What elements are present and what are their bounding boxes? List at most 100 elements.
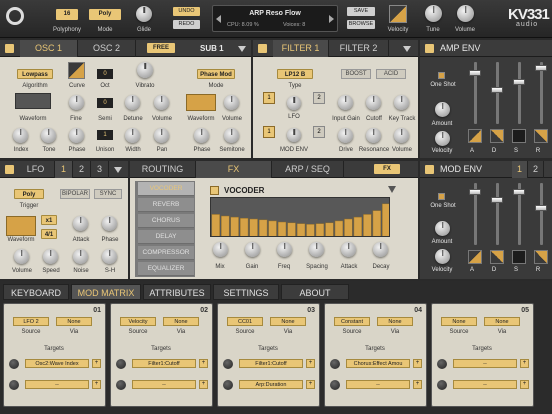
lfo-speed-knob[interactable] — [43, 249, 58, 264]
env-slider-handle[interactable] — [491, 197, 503, 203]
env-slider-handle[interactable] — [535, 64, 547, 71]
add-target-button[interactable]: + — [413, 380, 422, 389]
env-curve-icon[interactable] — [512, 129, 526, 143]
add-target-button[interactable]: + — [92, 380, 101, 389]
tab-modenv2[interactable]: 2 — [528, 161, 544, 178]
mod-source-select[interactable]: Velocity — [120, 317, 156, 326]
add-target-button[interactable]: + — [520, 359, 529, 368]
vibrato-knob[interactable] — [137, 62, 153, 78]
fx-enable-button[interactable]: FX — [374, 164, 400, 174]
lfo-trigger-select[interactable]: Poly — [14, 189, 44, 199]
index-knob[interactable] — [13, 128, 28, 143]
mod-target-select[interactable]: -- — [453, 380, 517, 389]
drive-knob[interactable] — [338, 128, 353, 143]
vocoder-mix-knob[interactable] — [213, 242, 228, 257]
env-curve-icon[interactable] — [512, 250, 526, 264]
semi-value[interactable]: 0 — [97, 98, 113, 108]
env-curve-icon[interactable] — [490, 129, 504, 143]
env-curve-icon[interactable] — [490, 250, 504, 264]
tone-knob[interactable] — [41, 128, 56, 143]
logo-icon[interactable] — [6, 7, 24, 25]
mod-depth-knob[interactable] — [437, 359, 447, 369]
vocoder-dropdown-icon[interactable] — [388, 186, 396, 193]
fx-item-equalizer[interactable]: EQUALIZER — [138, 262, 194, 276]
vocoder-band-bar[interactable] — [287, 222, 296, 237]
osc-enable-toggle[interactable] — [5, 44, 14, 53]
vocoder-band-bar[interactable] — [296, 223, 306, 237]
vocoder-band-bar[interactable] — [239, 217, 249, 237]
tab-filter2[interactable]: FILTER 2 — [329, 40, 389, 57]
env-slider-track[interactable] — [496, 183, 499, 245]
mod-target-select[interactable]: -- — [346, 380, 410, 389]
add-target-button[interactable]: + — [199, 359, 208, 368]
mod-via-select[interactable]: None — [484, 317, 520, 326]
osc-volume-knob[interactable] — [154, 95, 169, 110]
fx-item-chorus[interactable]: CHORUS — [138, 214, 194, 228]
mod-depth-knob[interactable] — [9, 359, 19, 369]
modenv-route-2[interactable]: 2 — [313, 126, 325, 138]
sub-semitone-knob[interactable] — [224, 128, 239, 143]
fx-item-vocoder[interactable]: VOCODER — [138, 182, 194, 196]
cutoff-knob[interactable] — [366, 95, 381, 110]
env-slider-handle[interactable] — [469, 70, 481, 77]
fx-item-reverb[interactable]: REVERB — [138, 198, 194, 212]
tab-osc1[interactable]: OSC 1 — [20, 40, 78, 57]
mod-source-select[interactable]: Constant — [334, 317, 370, 326]
mod-source-select[interactable]: None — [441, 317, 477, 326]
env-slider-handle[interactable] — [513, 78, 525, 85]
add-target-button[interactable]: + — [199, 380, 208, 389]
env-slider-handle[interactable] — [491, 87, 503, 94]
vocoder-band-bar[interactable] — [249, 218, 258, 237]
mod-env-enable-toggle[interactable] — [425, 165, 434, 174]
mod-target-select[interactable]: Filter1:Cutoff — [239, 359, 303, 368]
sub-mode-select[interactable]: Phase Mod — [197, 69, 235, 79]
mod-target-select[interactable]: -- — [25, 380, 89, 389]
tab-arp-seq[interactable]: ARP / SEQ — [272, 161, 344, 178]
mod-target-select[interactable]: -- — [132, 380, 196, 389]
bipolar-button[interactable]: BIPOLAR — [60, 189, 90, 199]
tab-lfo1[interactable]: 1 — [55, 161, 73, 178]
filter-enable-toggle[interactable] — [258, 44, 267, 53]
mod-velocity-knob[interactable] — [435, 249, 450, 264]
mod-depth-knob[interactable] — [330, 380, 340, 390]
vocoder-band-bar[interactable] — [230, 216, 239, 237]
env-slider-track[interactable] — [540, 62, 543, 124]
vocoder-gain-knob[interactable] — [245, 242, 260, 257]
mod-target-select[interactable]: -- — [453, 359, 517, 368]
add-target-button[interactable]: + — [520, 380, 529, 389]
input-gain-knob[interactable] — [338, 95, 353, 110]
env-slider-handle[interactable] — [535, 205, 547, 212]
tab-keyboard[interactable]: KEYBOARD — [3, 284, 69, 300]
preset-display[interactable]: ARP Reso Flow CPU: 8.09 % Voices: 8 — [212, 5, 338, 32]
mod-via-select[interactable]: None — [163, 317, 199, 326]
mod-depth-knob[interactable] — [223, 359, 233, 369]
vocoder-attack-knob[interactable] — [341, 242, 356, 257]
tab-settings[interactable]: SETTINGS — [213, 284, 279, 300]
lfo-route-2[interactable]: 2 — [313, 92, 325, 104]
vocoder-band-bar[interactable] — [306, 224, 315, 237]
mod-target-select[interactable]: Chorus:Effect Amou — [346, 359, 410, 368]
tab-lfo3[interactable]: 3 — [91, 161, 109, 178]
vocoder-band-bar[interactable] — [277, 221, 287, 237]
oct-value[interactable]: 0 — [97, 69, 113, 79]
vocoder-band-bar[interactable] — [353, 216, 363, 237]
modenv-route-1[interactable]: 1 — [263, 126, 275, 138]
tab-osc2[interactable]: OSC 2 — [78, 40, 136, 57]
width-knob[interactable] — [125, 128, 140, 143]
sub-waveform-display[interactable] — [186, 94, 216, 111]
browse-button[interactable]: BROWSE — [347, 20, 375, 29]
vocoder-band-bar[interactable] — [382, 203, 390, 237]
lfo-attack-knob[interactable] — [73, 216, 88, 231]
vocoder-decay-knob[interactable] — [373, 242, 388, 257]
lfo-sh-knob[interactable] — [102, 249, 117, 264]
unison-value[interactable]: 1 — [97, 130, 113, 140]
env-slider-track[interactable] — [540, 183, 543, 245]
volume-knob[interactable] — [457, 5, 474, 22]
vocoder-band-bar[interactable] — [325, 222, 334, 237]
phase-knob[interactable] — [69, 128, 84, 143]
env-curve-icon[interactable] — [534, 129, 548, 143]
add-target-button[interactable]: + — [306, 380, 315, 389]
mod-amount-knob[interactable] — [435, 221, 450, 236]
env-curve-icon[interactable] — [468, 129, 482, 143]
lfo-division[interactable]: 4/1 — [41, 229, 57, 239]
